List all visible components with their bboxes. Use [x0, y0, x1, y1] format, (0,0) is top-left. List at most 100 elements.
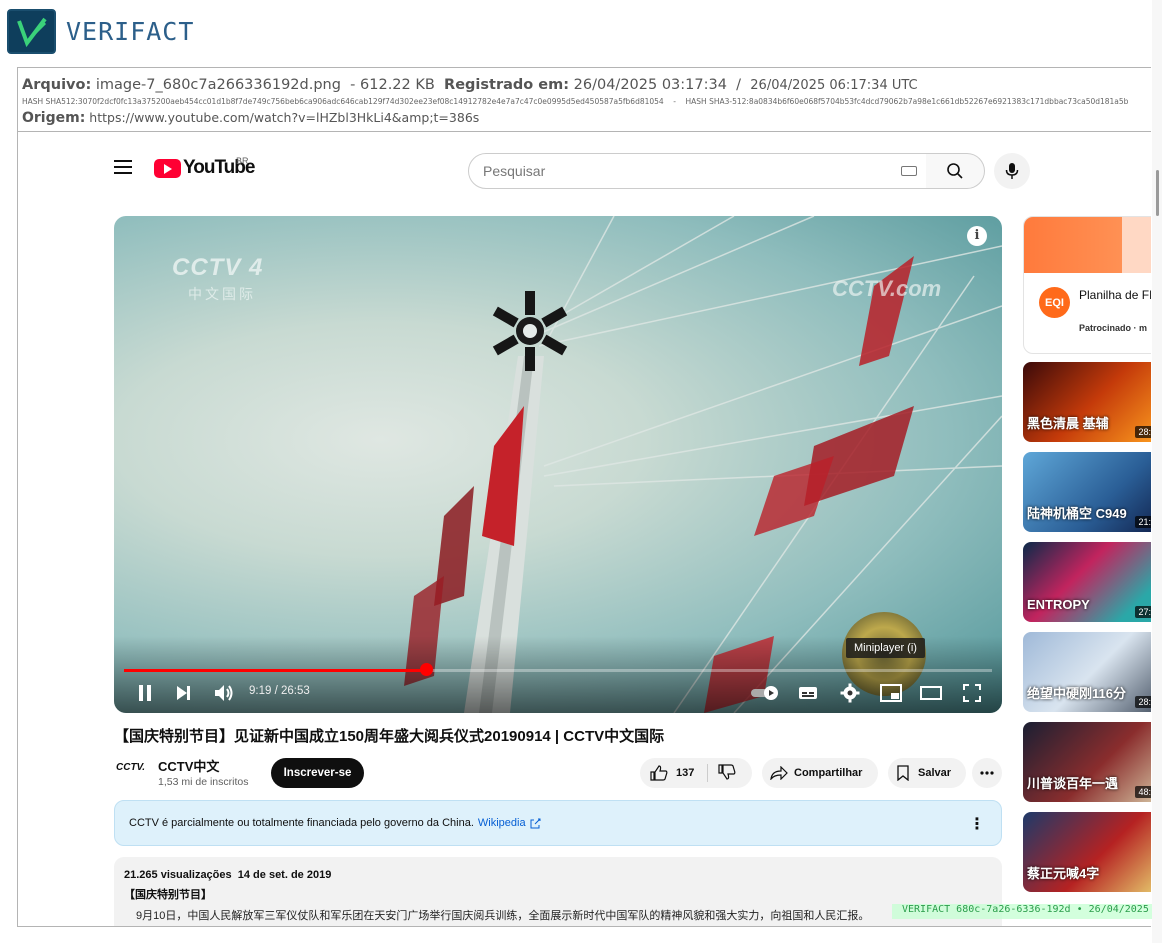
related-video-thumbnail[interactable]: 黑色清晨 基辅 28:4	[1023, 362, 1151, 442]
youtube-play-icon	[154, 158, 181, 178]
fullscreen-button[interactable]	[960, 682, 984, 704]
thumbnail-caption: 川普谈百年一遇	[1027, 776, 1119, 791]
progress-bar[interactable]	[124, 669, 992, 672]
related-video-thumbnail[interactable]: 蔡正元喊4字	[1023, 812, 1151, 892]
arquivo-value: image-7_680c7a266336192d.png	[95, 77, 341, 93]
subscriber-count: 1,53 mi de inscritos	[158, 776, 249, 788]
thumbnail-caption: 蔡正元喊4字	[1027, 866, 1100, 881]
gear-icon	[840, 683, 860, 703]
pause-button[interactable]	[134, 682, 156, 704]
autoplay-toggle-icon	[751, 686, 778, 700]
video-title: 【国庆特别节目】见证新中国成立150周年盛大阅兵仪式20190914 | CCT…	[114, 728, 665, 745]
subscribe-button[interactable]: Inscrever-se	[271, 758, 364, 788]
ad-logo: EQI	[1039, 287, 1070, 318]
related-video-thumbnail[interactable]: 绝望中硬刚116分 28:0	[1023, 632, 1151, 712]
notice-text: CCTV é parcialmente ou totalmente financ…	[129, 817, 474, 829]
hash-line: HASH SHA512:3070f2dcf0fc13a375200aeb454c…	[22, 97, 1151, 106]
info-icon[interactable]: i	[967, 226, 987, 246]
channel-name[interactable]: CCTV中文	[158, 756, 219, 775]
video-player[interactable]: CCTV 4 中文国际 CCTV.com i Miniplayer (i) 9:…	[114, 216, 1002, 713]
thumbnail-caption: 绝望中硬刚116分	[1027, 686, 1126, 701]
progress-fill	[124, 669, 427, 672]
progress-scrubber[interactable]	[420, 663, 434, 676]
notice-more-icon[interactable]: ⋮	[969, 814, 985, 834]
skip-next-icon	[177, 686, 190, 700]
origem-label: Origem:	[22, 110, 86, 126]
miniplayer-button[interactable]	[878, 682, 904, 704]
channel-bug-logo: CCTV 4	[172, 254, 264, 281]
channel-avatar[interactable]: CCTV.	[116, 762, 145, 773]
verifact-metadata: Arquivo: image-7_680c7a266336192d.png - …	[18, 68, 1151, 132]
ad-sponsored-label: Patrocinado · m	[1079, 323, 1148, 333]
channel-watermark: CCTV.com	[832, 276, 942, 301]
settings-button[interactable]	[838, 682, 862, 704]
next-button[interactable]	[172, 682, 194, 704]
search-box	[468, 153, 927, 189]
more-actions-button[interactable]	[972, 758, 1002, 788]
thumbnail-caption: ENTROPY	[1027, 597, 1090, 612]
search-input[interactable]	[483, 163, 883, 179]
share-icon	[770, 766, 788, 780]
verifact-brand: VERIFACT	[66, 17, 195, 46]
utc-value: 26/04/2025 06:17:34 UTC	[750, 78, 918, 93]
scrollbar[interactable]	[1152, 0, 1162, 943]
description-heading: 【国庆特别节目】	[124, 889, 212, 901]
volume-button[interactable]	[212, 682, 236, 704]
arquivo-label: Arquivo:	[22, 77, 92, 93]
sponsored-ad-card[interactable]: EQI Planilha de FIIs Patrocinado · m	[1023, 216, 1151, 354]
like-button[interactable]: 137	[640, 764, 708, 782]
autoplay-toggle[interactable]	[750, 682, 780, 704]
more-horizontal-icon	[980, 771, 994, 775]
save-button[interactable]: Salvar	[888, 758, 966, 788]
external-link-icon	[530, 818, 541, 828]
thumbs-down-icon	[718, 763, 736, 780]
related-video-thumbnail[interactable]: ENTROPY 27:1	[1023, 542, 1151, 622]
like-count: 137	[676, 767, 695, 779]
hash-sha3: HASH SHA3-512:8a0834b6f60e068f5704b53fc4…	[685, 97, 1129, 106]
thumbnail-duration: 27:1	[1135, 606, 1151, 618]
verifact-check-icon	[16, 17, 47, 47]
fullscreen-icon	[963, 684, 981, 702]
verifact-logo	[7, 9, 56, 54]
ad-title: Planilha de FIIs	[1079, 288, 1151, 302]
theater-mode-button[interactable]	[918, 682, 944, 704]
voice-search-button[interactable]	[994, 153, 1030, 189]
keyboard-icon[interactable]	[901, 166, 917, 176]
view-count: 21.265 visualizações	[124, 869, 232, 881]
related-video-thumbnail[interactable]: 陆神机桶空 C949 21:1	[1023, 452, 1151, 532]
thumbnail-duration: 28:0	[1135, 696, 1151, 708]
miniplayer-icon	[880, 684, 902, 702]
registrado-label: Registrado em:	[444, 77, 570, 93]
verifact-footer-tag: VERIFACT 680c-7a26-6336-192d • 26/04/202…	[892, 904, 1152, 919]
wikipedia-link[interactable]: Wikipedia	[478, 817, 526, 829]
registrado-value: 26/04/2025 03:17:34	[573, 77, 727, 93]
hash-sha512: HASH SHA512:3070f2dcf0fc13a375200aeb454c…	[22, 97, 664, 106]
subtitles-button[interactable]	[796, 682, 820, 704]
dislike-button[interactable]	[708, 763, 736, 783]
description-box[interactable]: 21.265 visualizações 14 de set. de 2019 …	[114, 857, 1002, 926]
scrollbar-thumb[interactable]	[1156, 170, 1159, 216]
file-size: - 612.22 KB	[350, 77, 435, 93]
hash-separator: -	[673, 97, 676, 106]
related-video-thumbnail[interactable]: 川普谈百年一遇 48:1	[1023, 722, 1151, 802]
country-code: BR	[236, 156, 249, 166]
thumbnail-duration: 48:1	[1135, 786, 1151, 798]
miniplayer-tooltip: Miniplayer (i)	[846, 638, 925, 658]
upload-date: 14 de set. de 2019	[237, 869, 332, 881]
search-icon	[947, 163, 963, 179]
search-button[interactable]	[926, 153, 985, 189]
like-dislike-group: 137	[640, 758, 752, 788]
channel-bug-subtitle: 中文国际	[188, 286, 256, 302]
save-label: Salvar	[918, 767, 952, 779]
menu-icon[interactable]	[114, 160, 132, 176]
youtube-page: YouTube BR Pesquisar CCTV 4 中文国际 CCTV.co…	[18, 132, 1151, 926]
thumbnail-caption: 黑色清晨 基辅	[1027, 416, 1109, 431]
separator: /	[736, 77, 742, 93]
theater-mode-icon	[920, 686, 942, 700]
thumbnail-duration: 21:1	[1135, 516, 1151, 528]
description-text: 9月10日，中国人民解放军三军仪仗队和军乐团在天安门广场举行国庆阅兵训练，全面展…	[136, 910, 870, 922]
share-button[interactable]: Compartilhar	[762, 758, 878, 788]
funding-notice: CCTV é parcialmente ou totalmente financ…	[114, 800, 1002, 846]
thumbnail-duration: 28:4	[1135, 426, 1151, 438]
subtitles-icon	[799, 687, 817, 699]
